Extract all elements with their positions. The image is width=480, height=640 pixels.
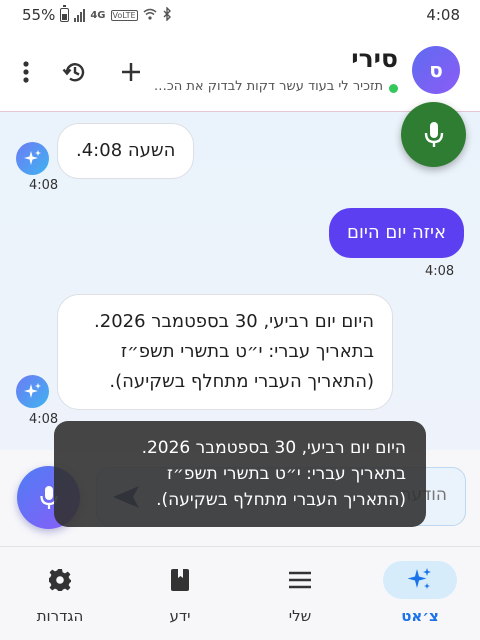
- battery-icon: [60, 5, 70, 22]
- sparkle-icon: [407, 568, 431, 589]
- chat-area[interactable]: השעה 4:08. 4:08 איזה יום היום 4:08 היום …: [0, 112, 480, 450]
- bottom-navigation: צ׳אט שלי ידע הגדרות: [0, 546, 480, 640]
- gear-icon: [49, 569, 71, 591]
- more-vert-icon: [23, 61, 29, 83]
- message-line: בתאריך עברי: י״ט בתשרי תשפ״ז: [120, 341, 374, 362]
- avatar[interactable]: ס: [412, 46, 460, 94]
- volte-badge: VoLTE: [110, 9, 138, 21]
- more-options-button[interactable]: [12, 58, 40, 86]
- nav-item-settings[interactable]: הגדרות: [0, 547, 120, 640]
- assistant-status-text: תזכיר לי בעוד עשר דקות לבדוק את הכביסה: [153, 79, 383, 94]
- history-button[interactable]: [61, 58, 89, 86]
- toast-line: היום יום רביעי, 30 בספטמבר 2026.: [141, 438, 406, 458]
- battery-percent: 55%: [22, 6, 56, 24]
- sparkle-icon: [23, 149, 41, 165]
- bot-message-time: השעה 4:08.: [57, 123, 195, 179]
- nav-label: שלי: [288, 607, 312, 625]
- nav-item-chat[interactable]: צ׳אט: [360, 547, 480, 640]
- message-timestamp: 4:08: [29, 178, 59, 193]
- assistant-name: סירי: [351, 44, 398, 73]
- plus-icon: [122, 63, 140, 81]
- ai-avatar: [16, 375, 49, 408]
- nav-item-knowledge[interactable]: ידע: [120, 547, 240, 640]
- message-timestamp: 4:08: [29, 412, 59, 427]
- nav-label: ידע: [169, 607, 191, 625]
- bluetooth-icon: [162, 5, 172, 24]
- message-line: (התאריך העברי מתחלף בשקיעה).: [109, 371, 374, 392]
- history-icon: [62, 63, 85, 82]
- wifi-icon: [143, 8, 157, 23]
- ai-avatar: [16, 142, 49, 175]
- sparkle-icon: [23, 382, 41, 398]
- mic-icon: [424, 121, 443, 147]
- signal-icon: [74, 8, 86, 22]
- nav-label: הגדרות: [36, 607, 84, 625]
- toast-line: (התאריך העברי מתחלף בשקיעה).: [156, 490, 406, 510]
- voice-mode-button[interactable]: [401, 102, 466, 167]
- message-line: היום יום רביעי, 30 בספטמבר 2026.: [94, 311, 374, 332]
- status-bar: 55% 4G VoLTE 4:08: [0, 0, 480, 30]
- book-icon: [171, 569, 189, 591]
- online-indicator: [389, 84, 398, 93]
- bot-message-date: היום יום רביעי, 30 בספטמבר 2026. בתאריך …: [57, 294, 393, 410]
- user-message: איזה יום היום: [329, 208, 464, 258]
- menu-icon: [289, 571, 311, 589]
- toast-line: בתאריך עברי: י״ט בתשרי תשפ״ז: [166, 464, 406, 484]
- network-type: 4G: [90, 9, 106, 21]
- nav-item-mine[interactable]: שלי: [240, 547, 360, 640]
- new-chat-button[interactable]: [117, 58, 145, 86]
- chat-header: ס סירי תזכיר לי בעוד עשר דקות לבדוק את ה…: [0, 30, 480, 112]
- toast-notification: היום יום רביעי, 30 בספטמבר 2026. בתאריך …: [54, 421, 426, 527]
- status-indicators: 55% 4G VoLTE: [22, 5, 172, 24]
- status-time: 4:08: [426, 6, 460, 24]
- nav-label: צ׳אט: [401, 607, 439, 625]
- message-timestamp: 4:08: [425, 264, 455, 279]
